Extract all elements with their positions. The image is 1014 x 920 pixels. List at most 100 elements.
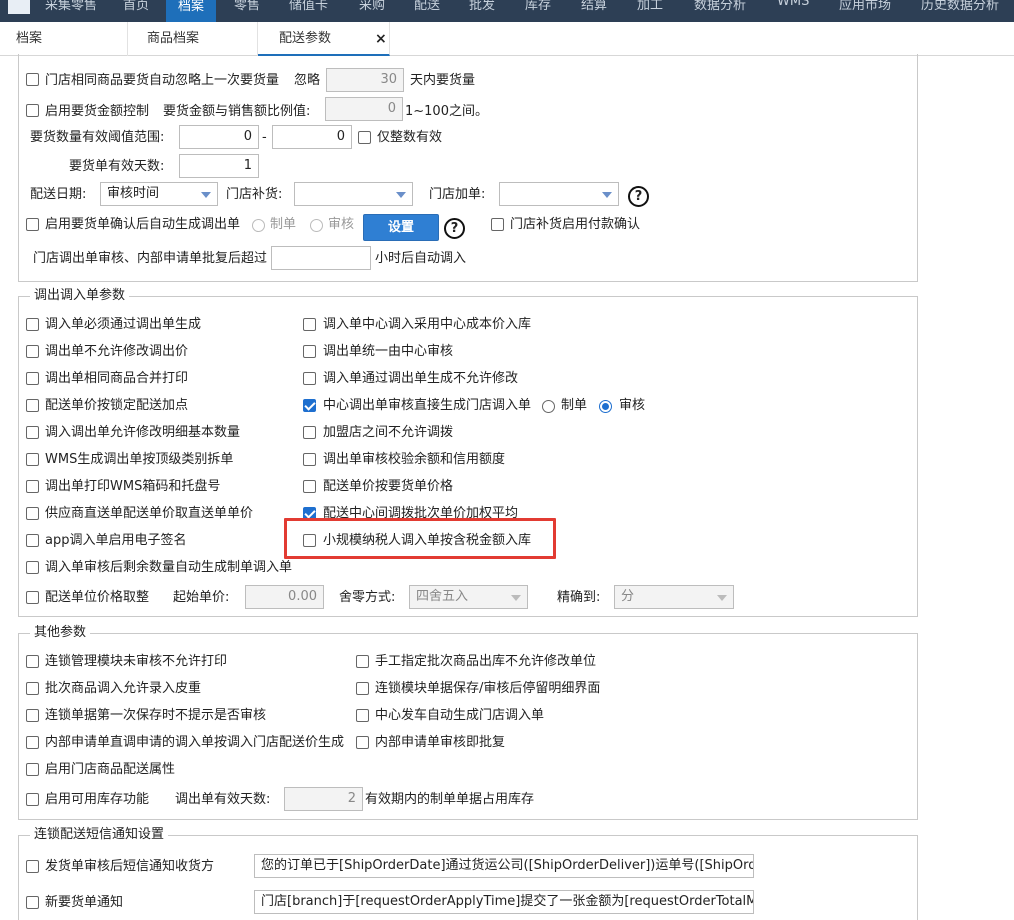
label-radio-make-order: 制单: [270, 217, 297, 232]
transfer-valid-days-input[interactable]: 2: [284, 787, 363, 811]
threshold-max-input[interactable]: 0: [272, 125, 352, 149]
precision-select[interactable]: 分: [614, 585, 734, 609]
label-transfer-valid-days: 调出单有效天数:: [175, 792, 271, 807]
top-navbar: 采集零售 首页 档案 零售 储值卡 采购 配送 批发 库存 结算 加工 数据分析…: [0, 0, 1014, 22]
label-s2-left-5: WMS生成调出单按顶级类别拆单: [45, 452, 234, 467]
sms-new-request-template-input[interactable]: 门店[branch]于[requestOrderApplyTime]提交了一张金…: [254, 890, 754, 914]
nav-item-wms[interactable]: WMS: [777, 0, 809, 9]
checkbox-s3-left-0[interactable]: [26, 655, 39, 668]
label-ratio-range: 1~100之间。: [405, 104, 488, 119]
checkbox-s2-right-6[interactable]: [303, 480, 316, 493]
nav-item-inventory[interactable]: 库存: [525, 0, 551, 13]
checkbox-s3-left-4[interactable]: [26, 763, 39, 776]
section-other-title: 其他参数: [30, 625, 91, 641]
checkbox-s2-right-1[interactable]: [303, 345, 316, 358]
checkbox-s2-right-2[interactable]: [303, 372, 316, 385]
nav-item-app-market[interactable]: 应用市场: [839, 0, 891, 13]
help-icon[interactable]: ?: [444, 218, 465, 239]
threshold-min-input[interactable]: 0: [179, 125, 259, 149]
checkbox-s2-left-4[interactable]: [26, 426, 39, 439]
amount-ratio-input[interactable]: 0: [325, 97, 403, 121]
checkbox-price-rounding[interactable]: [26, 591, 39, 604]
label-ignore-last-request: 门店相同商品要货自动忽略上一次要货量: [45, 73, 280, 88]
label-hours-suffix: 小时后自动调入: [375, 251, 467, 266]
sms-shipment-template-input[interactable]: 您的订单已于[ShipOrderDate]通过货运公司([ShipOrderDe…: [254, 854, 754, 878]
label-store-restock: 门店补货:: [226, 187, 283, 202]
highlight-box: [284, 518, 556, 559]
checkbox-s3-right-3[interactable]: [356, 736, 369, 749]
valid-days-input[interactable]: 1: [179, 154, 259, 178]
ignore-days-input[interactable]: 30: [326, 68, 404, 92]
rounding-mode-select[interactable]: 四舍五入: [409, 585, 528, 609]
checkbox-s3-right-0[interactable]: [356, 655, 369, 668]
label-delivery-date: 配送日期:: [30, 187, 87, 202]
auto-transfer-hours-input[interactable]: [271, 246, 371, 270]
tab-archive[interactable]: 档案: [0, 22, 128, 56]
settings-button[interactable]: 设置: [363, 214, 439, 241]
checkbox-amount-control[interactable]: [26, 104, 39, 117]
checkbox-available-stock[interactable]: [26, 793, 39, 806]
start-price-input[interactable]: 0.00: [245, 585, 324, 609]
checkbox-ignore-last-request[interactable]: [26, 73, 39, 86]
radio-audit[interactable]: [310, 219, 323, 232]
label-s2-right-6: 配送单价按要货单价格: [323, 479, 454, 494]
checkbox-s2-left-0[interactable]: [26, 318, 39, 331]
checkbox-s2-left-7[interactable]: [26, 507, 39, 520]
nav-item-processing[interactable]: 加工: [637, 0, 663, 13]
nav-item-purchase[interactable]: 采购: [359, 0, 385, 13]
nav-item-retail-collect[interactable]: 采集零售: [45, 0, 97, 13]
nav-item-history-analysis[interactable]: 历史数据分析: [921, 0, 999, 13]
checkbox-s2-left-6[interactable]: [26, 480, 39, 493]
label-sms-shipment: 发货单审核后短信通知收货方: [45, 859, 215, 874]
close-icon[interactable]: ×: [375, 22, 387, 56]
nav-item-distribution[interactable]: 配送: [414, 0, 440, 13]
store-restock-select[interactable]: [294, 182, 413, 206]
label-s2-right-2: 调入单通过调出单生成不允许修改: [323, 371, 519, 386]
checkbox-s2-right-0[interactable]: [303, 318, 316, 331]
label-start-price: 起始单价:: [173, 590, 230, 605]
checkbox-s3-left-3[interactable]: [26, 736, 39, 749]
nav-item-data-analysis[interactable]: 数据分析: [694, 0, 746, 13]
checkbox-restock-payment[interactable]: [491, 218, 504, 231]
section-sms-title: 连锁配送短信通知设置: [30, 827, 169, 843]
checkbox-s2-left-3[interactable]: [26, 399, 39, 412]
checkbox-s3-left-2[interactable]: [26, 709, 39, 722]
nav-item-wholesale[interactable]: 批发: [469, 0, 495, 13]
checkbox-auto-transfer-out[interactable]: [26, 218, 39, 231]
label-amount-control: 启用要货金额控制: [45, 104, 150, 119]
checkbox-s2-right-4[interactable]: [303, 426, 316, 439]
checkbox-s2-left-1[interactable]: [26, 345, 39, 358]
checkbox-s2-left-5[interactable]: [26, 453, 39, 466]
label-precision: 精确到:: [557, 590, 601, 605]
label-auto-transfer-out: 启用要货单确认后自动生成调出单: [45, 217, 241, 232]
help-icon[interactable]: ?: [628, 186, 649, 207]
checkbox-s2-right-3[interactable]: [303, 399, 316, 412]
tab-distribution-params[interactable]: 配送参数: [258, 22, 390, 56]
checkbox-s3-right-1[interactable]: [356, 682, 369, 695]
chevron-down-icon: [396, 192, 406, 198]
label-s3-left-0: 连锁管理模块未审核不允许打印: [45, 654, 228, 669]
app-logo-icon: [8, 0, 30, 14]
radio-make-order[interactable]: [252, 219, 265, 232]
tab-product-archive[interactable]: 商品档案: [128, 22, 258, 56]
nav-item-retail[interactable]: 零售: [234, 0, 260, 13]
checkbox-sms-new-request[interactable]: [26, 896, 39, 909]
nav-item-home[interactable]: 首页: [123, 0, 149, 13]
radio-center-audit[interactable]: [599, 400, 612, 413]
store-add-order-select[interactable]: [499, 182, 619, 206]
delivery-date-select[interactable]: 审核时间: [100, 182, 218, 206]
chevron-down-icon: [717, 595, 727, 601]
checkbox-s2-right-5[interactable]: [303, 453, 316, 466]
checkbox-s2-left-9[interactable]: [26, 561, 39, 574]
nav-item-archive[interactable]: 档案: [166, 0, 217, 22]
checkbox-s2-left-8[interactable]: [26, 534, 39, 547]
checkbox-s3-left-1[interactable]: [26, 682, 39, 695]
nav-item-settlement[interactable]: 结算: [581, 0, 607, 13]
checkbox-s2-left-2[interactable]: [26, 372, 39, 385]
checkbox-integer-only[interactable]: [358, 131, 371, 144]
checkbox-s3-right-2[interactable]: [356, 709, 369, 722]
checkbox-sms-shipment[interactable]: [26, 860, 39, 873]
nav-item-stored-card[interactable]: 储值卡: [289, 0, 328, 13]
radio-center-make[interactable]: [542, 400, 555, 413]
label-s2-left-7: 供应商直送单配送单价取直送单单价: [45, 506, 254, 521]
